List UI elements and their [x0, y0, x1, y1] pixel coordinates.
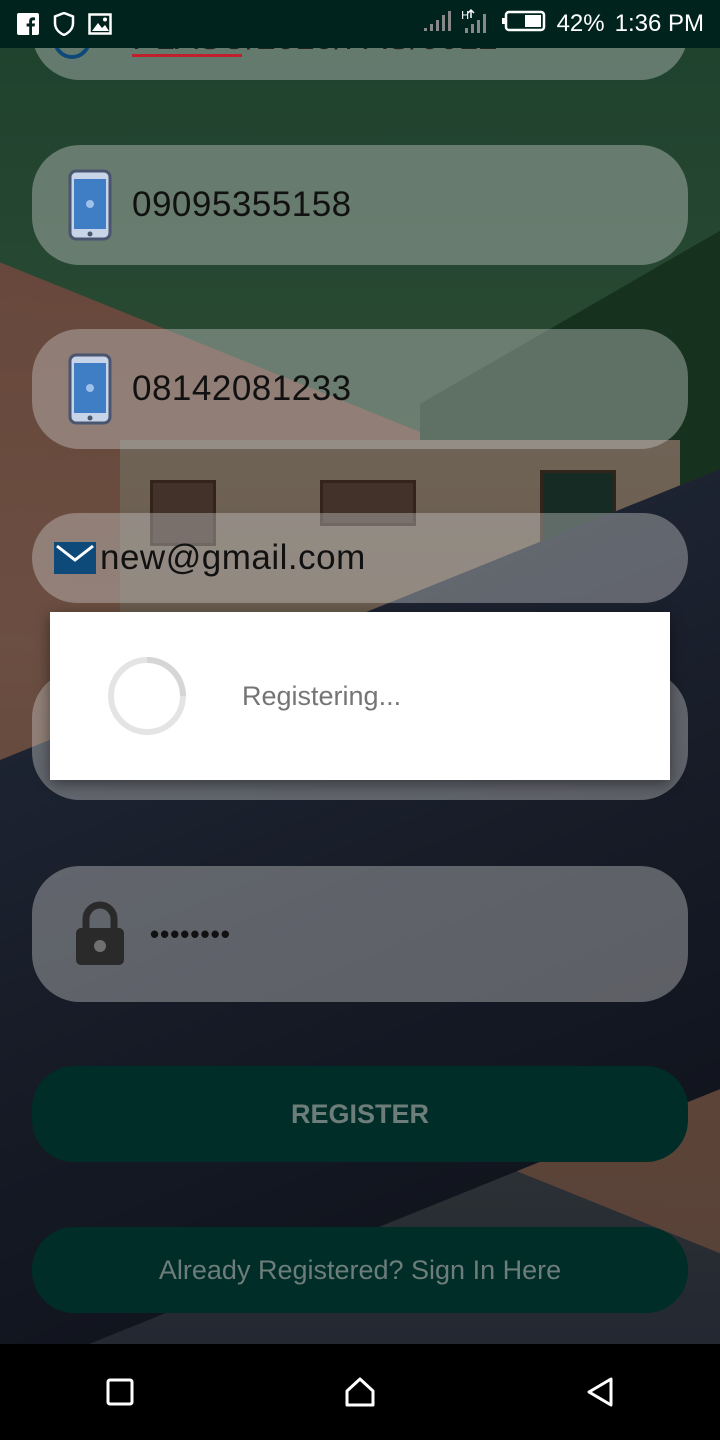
battery-icon [501, 10, 547, 39]
clock: 1:36 PM [614, 10, 704, 37]
facebook-icon [16, 12, 40, 36]
phone-secondary-value: 08142081233 [132, 369, 352, 408]
mail-icon [54, 542, 96, 574]
email-value: new@gmail.com [100, 538, 366, 577]
spellcheck-underline [132, 54, 242, 57]
data-signal-icon: H [461, 8, 491, 41]
home-button[interactable] [330, 1362, 390, 1422]
dialog-message: Registering... [242, 680, 402, 711]
progress-dialog: Registering... [50, 612, 670, 780]
password-field[interactable]: •••••••• [32, 866, 688, 1002]
loading-spinner-icon [108, 657, 186, 735]
status-bar: H 42% 1:36 PM [0, 0, 720, 48]
register-button-label: REGISTER [290, 1098, 430, 1129]
recents-icon [106, 1378, 134, 1406]
phone-icon [68, 169, 112, 241]
lock-icon [76, 901, 124, 965]
recents-button[interactable] [90, 1362, 150, 1422]
image-icon [88, 12, 112, 36]
register-button[interactable]: REGISTER [32, 1066, 688, 1162]
home-icon [345, 1377, 375, 1407]
navigation-bar [0, 1344, 720, 1440]
signin-button-label: Already Registered? Sign In Here [158, 1254, 562, 1285]
shield-icon [52, 12, 76, 36]
email-field[interactable]: new@gmail.com [32, 513, 688, 603]
phone-field-secondary[interactable]: 08142081233 [32, 329, 688, 449]
phone-icon [68, 353, 112, 425]
back-icon [587, 1377, 613, 1407]
signal-icon [423, 10, 451, 39]
signin-button[interactable]: Already Registered? Sign In Here [32, 1227, 688, 1313]
phone-field-primary[interactable]: 09095355158 [32, 145, 688, 265]
battery-percentage: 42% [556, 10, 605, 37]
phone-primary-value: 09095355158 [132, 185, 352, 224]
password-value: •••••••• [150, 918, 231, 949]
svg-text:H: H [461, 9, 469, 22]
back-button[interactable] [570, 1362, 630, 1422]
